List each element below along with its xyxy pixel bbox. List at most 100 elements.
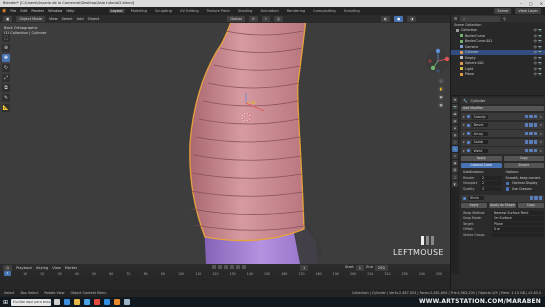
subdiv-level-field[interactable]: 2 xyxy=(480,181,502,186)
shrinkwrap-name-field[interactable]: Shrin xyxy=(468,196,484,200)
outliner-item[interactable]: Plane 👁 📷 xyxy=(451,72,545,78)
modifier-header[interactable]: ▾ Bevel ✕ xyxy=(461,121,544,129)
wrapped-tube-mesh[interactable] xyxy=(189,23,307,242)
constraints-tab-icon[interactable]: ⛓ xyxy=(452,167,458,173)
proportional-edit-icon[interactable]: ◎ xyxy=(273,16,284,22)
jump-start-icon[interactable] xyxy=(212,265,216,269)
annotate-tool-icon[interactable]: ✎ xyxy=(2,94,10,102)
tab-uv-editing[interactable]: UV Editing xyxy=(178,9,201,13)
visibility-toggle-icon[interactable]: 👁 📷 xyxy=(534,56,543,60)
menu-edit[interactable]: Edit xyxy=(20,9,27,13)
visibility-toggle-icon[interactable]: 👁 📷 xyxy=(534,45,543,49)
option-checkbox[interactable] xyxy=(505,187,509,191)
store-icon[interactable] xyxy=(84,299,91,305)
view-layer-selector[interactable]: View Layer xyxy=(515,8,541,14)
measure-tool-icon[interactable]: 📐 xyxy=(2,104,10,112)
modifier-header[interactable]: ▾ Subdiv ✕ xyxy=(461,113,544,120)
apply-button[interactable]: Apply xyxy=(461,155,502,161)
playhead[interactable]: 1 xyxy=(4,271,11,276)
material-tab-icon[interactable]: ◐ xyxy=(452,181,458,187)
catmull-clark-tab[interactable]: Catmull-Clark xyxy=(461,162,502,168)
modifier-name-field[interactable]: Solidi xyxy=(471,140,488,144)
menu-keying[interactable]: Keying xyxy=(36,266,48,270)
next-key-icon[interactable] xyxy=(236,265,240,269)
subdiv-level-field[interactable]: 2 xyxy=(480,175,502,180)
play-reverse-icon[interactable] xyxy=(224,265,228,269)
render-toggle[interactable] xyxy=(533,131,538,135)
timeline[interactable]: 0102030405060708090100110120130140150160… xyxy=(0,271,450,289)
render-toggle[interactable] xyxy=(533,140,538,144)
editor-type-icon[interactable]: ▣ xyxy=(3,16,13,22)
visibility-toggle-icon[interactable]: 👁 📷 xyxy=(534,61,543,65)
menu-window[interactable]: Window xyxy=(48,9,62,13)
tab-modeling[interactable]: Modeling xyxy=(129,9,149,13)
axis-z-icon[interactable] xyxy=(435,48,441,54)
menu-marker[interactable]: Marker xyxy=(65,266,77,270)
modifier-name-field[interactable]: Bevel xyxy=(471,123,488,127)
tab-texture-paint[interactable]: Texture Paint xyxy=(205,9,232,13)
visibility-toggle-icon[interactable]: 👁 📷 xyxy=(534,28,543,32)
edit-mode-toggle[interactable] xyxy=(529,196,533,200)
windows-start-icon[interactable]: ⊞ xyxy=(3,299,8,306)
viewport-toggle[interactable] xyxy=(529,123,533,127)
render-toggle[interactable] xyxy=(533,148,538,152)
menu-timeline-view[interactable]: View xyxy=(52,266,61,270)
viewport-toggle[interactable] xyxy=(529,140,533,144)
menu-view[interactable]: View xyxy=(49,17,58,21)
expand-chevron-icon[interactable]: ▾ xyxy=(463,132,465,136)
timeline-type-icon[interactable]: ◷ xyxy=(3,264,13,271)
taskbar-search-input[interactable]: Escribe aquí para buscar xyxy=(11,298,54,306)
filter-icon[interactable]: ⚲ xyxy=(503,17,506,21)
render-tab-icon[interactable]: 📷 xyxy=(452,104,458,110)
close-icon[interactable]: ✕ xyxy=(539,140,542,144)
view-layer-tab-icon[interactable]: ▤ xyxy=(452,118,458,124)
menu-playback[interactable]: Playback xyxy=(16,266,32,270)
close-icon[interactable]: ✕ xyxy=(539,132,542,136)
visibility-toggle-icon[interactable]: 👁 📷 xyxy=(534,72,543,76)
modifier-tab-icon[interactable]: 🔧 xyxy=(452,146,458,152)
transform-tool-icon[interactable]: ⧉ xyxy=(2,84,10,92)
tab-rendering[interactable]: Rendering xyxy=(285,9,307,13)
menu-object[interactable]: Object xyxy=(88,17,100,21)
copy-button[interactable]: Copy xyxy=(503,155,544,161)
edit-mode-toggle[interactable] xyxy=(524,123,529,127)
shrinkwrap-apply-button[interactable]: Apply xyxy=(461,203,488,208)
shrinkwrap-copy-button[interactable]: Copy xyxy=(517,203,544,208)
steam-icon[interactable] xyxy=(124,299,131,305)
render-toggle[interactable] xyxy=(538,196,542,200)
modifier-name-field[interactable]: Weld xyxy=(471,148,488,153)
option-row[interactable]: Smooth, keep corners xyxy=(504,175,545,181)
modifier-header[interactable]: ▾ Array ✕ xyxy=(461,130,544,137)
tab-scripting[interactable]: Scripting xyxy=(342,9,362,13)
task-view-icon[interactable] xyxy=(54,299,61,305)
menu-help[interactable]: Help xyxy=(66,9,74,13)
render-toggle[interactable] xyxy=(533,123,538,127)
viewport-toggle[interactable] xyxy=(529,131,533,135)
outliner-type-icon[interactable]: ☰ xyxy=(454,17,457,21)
snap-icon[interactable]: ⌖ xyxy=(261,16,270,22)
tab-sculpting[interactable]: Sculpting xyxy=(153,9,174,13)
chrome-icon[interactable] xyxy=(94,299,101,305)
navigation-gizmo[interactable] xyxy=(425,48,450,74)
tool-tab-icon[interactable]: ⚒ xyxy=(452,97,458,103)
target-field[interactable]: Plane xyxy=(492,221,544,226)
blender-icon[interactable] xyxy=(114,299,121,305)
viewport-toggle[interactable] xyxy=(534,196,538,200)
material-shading-icon[interactable]: ◑ xyxy=(407,16,417,22)
expand-chevron-icon[interactable]: ▾ xyxy=(463,115,465,119)
minimize-button[interactable]: – xyxy=(520,1,522,6)
move-tool-icon[interactable]: ✥ xyxy=(2,54,10,62)
menu-file[interactable]: File xyxy=(10,9,16,13)
edge-icon[interactable] xyxy=(64,299,71,305)
world-tab-icon[interactable]: ◍ xyxy=(452,132,458,138)
prev-key-icon[interactable] xyxy=(218,265,222,269)
axis-x-icon[interactable] xyxy=(444,56,450,62)
viewport-toggle[interactable] xyxy=(529,148,533,152)
transform-orientation[interactable]: Global xyxy=(227,16,245,22)
mode-selector[interactable]: Object Mode xyxy=(16,16,46,22)
tab-layout[interactable]: Layout xyxy=(108,9,125,13)
tab-shading[interactable]: Shading xyxy=(236,9,255,13)
visibility-toggle-icon[interactable]: 👁 📷 xyxy=(534,50,543,54)
simple-tab[interactable]: Simple xyxy=(503,162,544,168)
physics-tab-icon[interactable]: ◉ xyxy=(452,160,458,166)
